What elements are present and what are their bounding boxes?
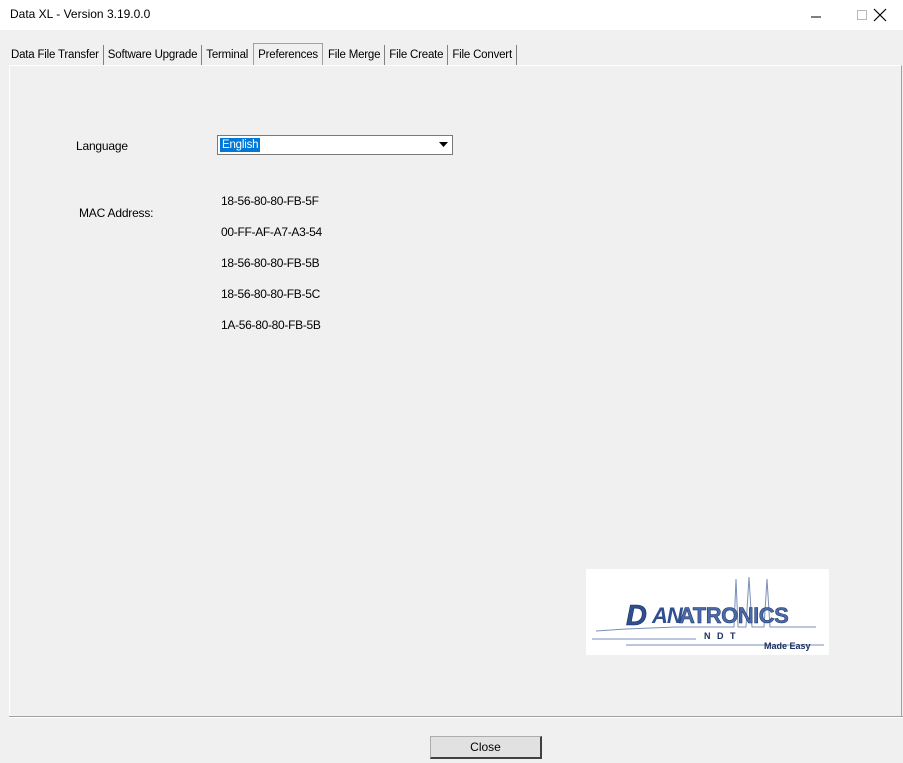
language-selected-value: English [220, 138, 261, 152]
tab-strip: Data File Transfer Software Upgrade Term… [7, 43, 517, 65]
tab-software-upgrade[interactable]: Software Upgrade [104, 45, 203, 65]
mac-address-item: 00-FF-AF-A7-A3-54 [221, 225, 322, 239]
minimize-button[interactable] [793, 0, 839, 30]
title-bar: Data XL - Version 3.19.0.0 [0, 0, 903, 30]
mac-address-item: 18-56-80-80-FB-5C [221, 287, 320, 301]
logo-sub: N D T [704, 631, 738, 641]
svg-text:D: D [626, 600, 647, 632]
mac-address-item: 18-56-80-80-FB-5B [221, 256, 320, 270]
tab-preferences[interactable]: Preferences [253, 43, 323, 65]
tab-terminal[interactable]: Terminal [202, 45, 252, 65]
close-window-button[interactable] [857, 0, 903, 30]
danatronics-logo: D AN ATRONICS N D T Made Easy [586, 569, 829, 655]
logo-graphic: D AN ATRONICS N D T Made Easy [592, 576, 824, 651]
mac-address-list[interactable]: 18-56-80-80-FB-5F 00-FF-AF-A7-A3-54 18-5… [221, 194, 361, 336]
logo-tagline: Made Easy [764, 641, 811, 651]
tab-file-merge[interactable]: File Merge [324, 45, 386, 65]
minimize-icon [811, 16, 821, 18]
language-label: Language [76, 139, 128, 153]
close-icon [873, 8, 887, 22]
tab-file-create[interactable]: File Create [385, 45, 449, 65]
language-select[interactable]: English [217, 135, 453, 155]
close-button[interactable]: Close [430, 736, 542, 759]
dropdown-arrow-icon[interactable] [435, 137, 451, 153]
window-title: Data XL - Version 3.19.0.0 [10, 7, 151, 21]
mac-address-label: MAC Address: [79, 206, 154, 220]
mac-address-item: 18-56-80-80-FB-5F [221, 194, 319, 208]
mac-address-item: 1A-56-80-80-FB-5B [221, 318, 321, 332]
bottom-divider [9, 716, 903, 718]
client-area: Data File Transfer Software Upgrade Term… [0, 30, 903, 763]
tab-file-convert[interactable]: File Convert [448, 45, 517, 65]
tab-data-file-transfer[interactable]: Data File Transfer [7, 45, 104, 65]
svg-text:ATRONICS: ATRONICS [679, 603, 788, 628]
